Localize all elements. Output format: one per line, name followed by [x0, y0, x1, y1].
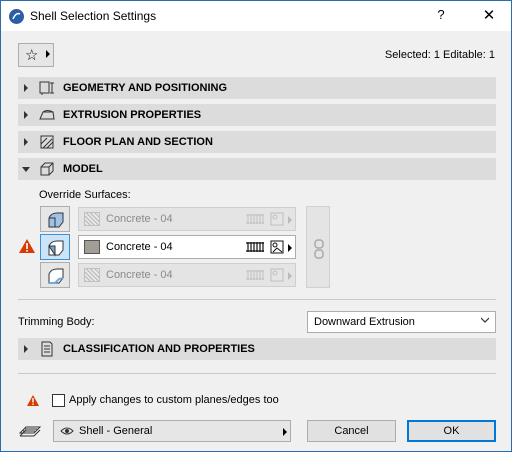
trimming-body-value: Downward Extrusion — [314, 316, 415, 328]
material-name: Concrete - 04 — [106, 213, 173, 225]
apply-custom-checkbox[interactable] — [52, 394, 65, 407]
help-button[interactable]: ? — [431, 7, 451, 25]
arrow-right-icon — [283, 428, 287, 436]
material-swatch — [84, 212, 100, 226]
panel-label: FLOOR PLAN AND SECTION — [63, 136, 213, 148]
surface-bottom-button[interactable] — [40, 262, 70, 288]
trimming-body-select[interactable]: Downward Extrusion — [307, 311, 496, 333]
cancel-button[interactable]: Cancel — [307, 420, 396, 442]
model-icon — [40, 162, 54, 176]
arrow-right-icon — [288, 272, 292, 280]
close-button[interactable]: ✕ — [479, 6, 499, 26]
panel-model[interactable]: MODEL — [18, 158, 496, 180]
geometry-icon — [39, 81, 54, 95]
texture-image-icon — [270, 212, 284, 226]
title-bar: Shell Selection Settings ? ✕ — [1, 1, 511, 31]
arrow-right-icon — [46, 50, 50, 58]
window-title: Shell Selection Settings — [30, 9, 157, 23]
apply-custom-label[interactable]: Apply changes to custom planes/edges too — [69, 394, 279, 406]
chevron-down-icon — [481, 317, 489, 323]
separator — [18, 373, 496, 374]
override-surfaces-label: Override Surfaces: — [39, 189, 131, 201]
favorites-button[interactable]: ☆ — [18, 43, 54, 67]
arrow-right-icon — [288, 244, 292, 252]
trimming-body-label: Trimming Body: — [18, 316, 95, 328]
texture-grid-icon — [246, 270, 264, 280]
selection-info: Selected: 1 Editable: 1 — [384, 49, 495, 61]
favorite-name: Shell - General — [79, 425, 153, 437]
material-swatch — [84, 240, 100, 254]
shell-top-surface-icon — [48, 212, 64, 228]
panel-extrusion[interactable]: EXTRUSION PROPERTIES — [18, 104, 496, 126]
texture-grid-icon — [246, 214, 264, 224]
expand-arrow-icon — [24, 345, 28, 353]
warning-icon — [19, 239, 35, 253]
collapse-arrow-icon — [22, 167, 30, 172]
surface-top-button[interactable] — [40, 206, 70, 232]
expand-arrow-icon — [24, 84, 28, 92]
panel-floor-plan[interactable]: FLOOR PLAN AND SECTION — [18, 131, 496, 153]
panel-classification[interactable]: CLASSIFICATION AND PROPERTIES — [18, 338, 496, 360]
star-icon: ☆ — [25, 47, 39, 64]
shell-bottom-surface-icon — [48, 268, 64, 284]
expand-arrow-icon — [24, 138, 28, 146]
floor-plan-icon — [40, 135, 54, 149]
favorite-select[interactable]: Shell - General — [53, 420, 291, 442]
material-name: Concrete - 04 — [106, 241, 173, 253]
arrow-right-icon — [288, 216, 292, 224]
surface-top-material: Concrete - 04 — [78, 207, 296, 231]
shell-side-surface-icon — [48, 240, 64, 257]
panel-label: CLASSIFICATION AND PROPERTIES — [63, 343, 255, 355]
surface-side-material[interactable]: Concrete - 04 — [78, 235, 296, 259]
expand-arrow-icon — [24, 111, 28, 119]
material-name: Concrete - 04 — [106, 269, 173, 281]
panel-geometry[interactable]: GEOMETRY AND POSITIONING — [18, 77, 496, 99]
panel-label: MODEL — [63, 163, 103, 175]
dialog-window: Shell Selection Settings ? ✕ ☆ Selected:… — [0, 0, 512, 452]
classification-icon — [41, 341, 53, 357]
texture-image-icon — [270, 240, 284, 254]
surface-side-button[interactable] — [40, 234, 70, 260]
separator — [18, 299, 496, 300]
warning-icon — [27, 395, 39, 406]
panel-label: GEOMETRY AND POSITIONING — [63, 82, 227, 94]
eye-icon — [60, 427, 74, 435]
texture-grid-icon — [246, 242, 264, 252]
extrusion-icon — [39, 110, 55, 120]
ok-button[interactable]: OK — [407, 420, 496, 442]
surface-bottom-material: Concrete - 04 — [78, 263, 296, 287]
link-surfaces-button[interactable] — [306, 206, 330, 288]
material-swatch — [84, 268, 100, 282]
panel-label: EXTRUSION PROPERTIES — [63, 109, 202, 121]
layer-stack-icon — [18, 426, 42, 437]
texture-image-icon — [270, 268, 284, 282]
chain-link-icon — [314, 239, 324, 259]
app-icon — [9, 9, 24, 24]
